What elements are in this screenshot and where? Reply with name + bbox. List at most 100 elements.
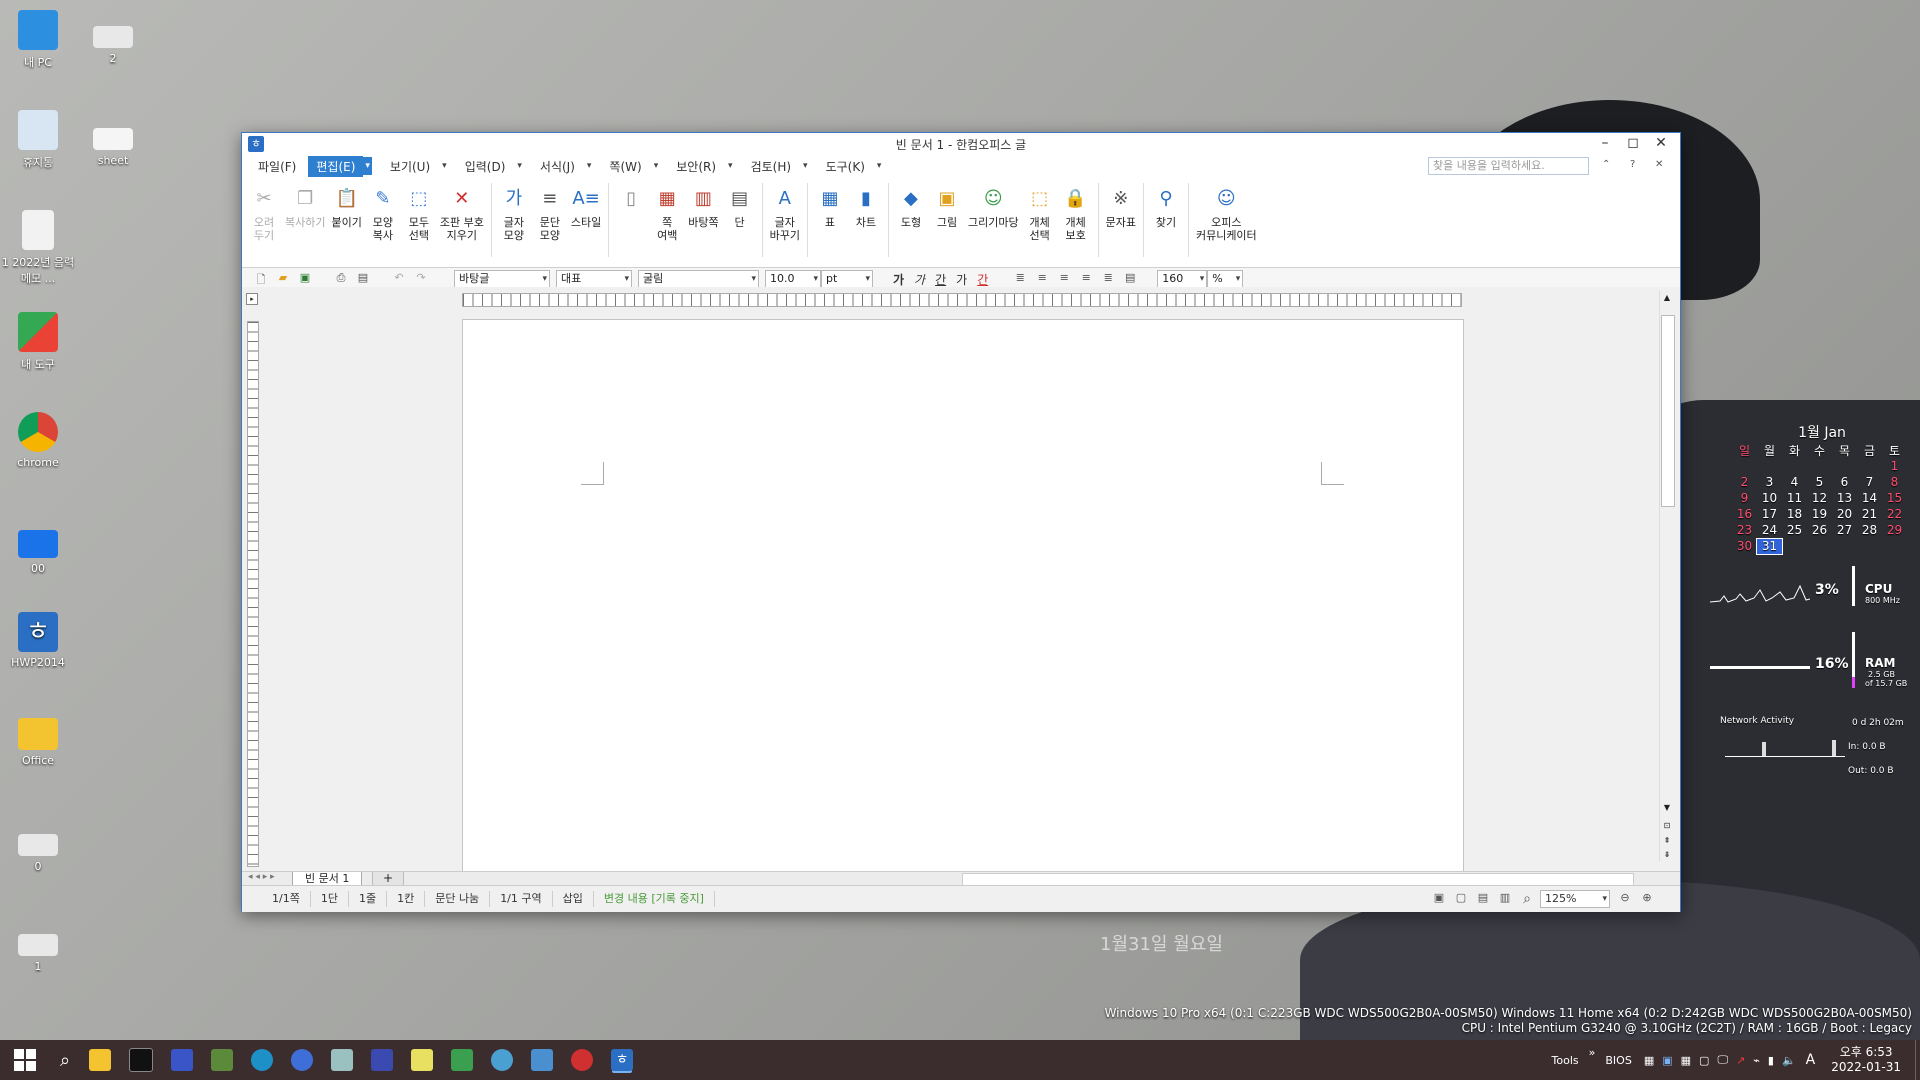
ribbon-button-find[interactable]: ⚲ 찾기	[1151, 183, 1181, 229]
desktop-icon-00[interactable]: 00	[0, 530, 78, 575]
desktop-icon-my-tools[interactable]: 내 도구	[0, 312, 78, 372]
distribute-icon[interactable]: ≣	[1099, 271, 1117, 287]
desktop-icon-sheet[interactable]: sheet	[73, 128, 153, 167]
ribbon-button-para-shape[interactable]: ≡ 문단 모양	[535, 183, 565, 242]
desktop-icon-2[interactable]: 2	[73, 26, 153, 65]
power-icon[interactable]	[571, 1049, 594, 1071]
ribbon-button-paste[interactable]: 📋 붙이기	[331, 183, 361, 229]
close-button[interactable]: ✕	[1648, 135, 1674, 151]
edge-icon[interactable]	[251, 1049, 274, 1071]
ribbon-collapse-icon[interactable]: ⌃	[1602, 159, 1610, 170]
save-tool-icon[interactable]	[171, 1049, 194, 1071]
chevron-down-icon[interactable]: ▾	[803, 161, 808, 171]
globe-icon[interactable]	[491, 1049, 514, 1071]
ribbon-button-symbol[interactable]: ※ 문자표	[1106, 183, 1136, 229]
redo-icon[interactable]: ↷	[412, 271, 430, 287]
scroll-up-icon[interactable]: ▲	[1660, 291, 1674, 305]
title-bar[interactable]: ㅎ 빈 문서 1 - 한컴오피스 글 – ◻ ✕	[242, 133, 1680, 155]
speaker-icon[interactable]: 🔈	[1782, 1054, 1796, 1067]
tray-battery-icon[interactable]: ▮	[1768, 1054, 1774, 1067]
desktop-icon-1[interactable]: 1	[0, 934, 78, 973]
folder-app-icon[interactable]	[531, 1049, 554, 1071]
ribbon-button-object-protect[interactable]: 🔒 개체 보호	[1061, 183, 1091, 242]
vertical-ruler[interactable]	[247, 321, 259, 867]
zoom-select[interactable]: 125%	[1540, 890, 1610, 908]
tray-grid-icon[interactable]: ▦	[1681, 1054, 1691, 1067]
font-unit-select[interactable]: pt	[821, 270, 873, 288]
tray-usb-icon[interactable]: ⌁	[1753, 1054, 1760, 1067]
maximize-button[interactable]: ◻	[1620, 135, 1646, 151]
menu-file[interactable]: 파일(F)	[250, 156, 304, 177]
menu-tools[interactable]: 도구(K)	[818, 156, 873, 177]
ribbon-button-select-all[interactable]: ⬚ 모두 선택	[404, 183, 434, 242]
ribbon-button-style[interactable]: A≡ 스타일	[571, 183, 601, 229]
ribbon-button-copy[interactable]: ❐ 복사하기	[285, 183, 325, 229]
document-page[interactable]	[462, 319, 1464, 873]
desktop-icon-recycle-bin[interactable]: 휴지통	[0, 110, 78, 170]
undo-icon[interactable]: ↶	[390, 271, 408, 287]
ribbon-button-margin[interactable]: ▦ 쪽 여백	[652, 183, 682, 242]
style-select[interactable]: 바탕글	[454, 270, 550, 288]
chevron-down-icon[interactable]: ▾	[654, 161, 659, 171]
tray-arrow-icon[interactable]: ↗	[1736, 1054, 1745, 1067]
font-color-button[interactable]: 간	[977, 271, 988, 288]
line-spacing-input[interactable]: 160	[1157, 270, 1208, 288]
chevron-down-icon[interactable]: ▾	[363, 157, 372, 175]
search-input[interactable]: 찾을 내용을 입력하세요.	[1428, 157, 1589, 175]
desktop-icon-my-pc[interactable]: 내 PC	[0, 10, 78, 70]
close-doc-icon[interactable]: ✕	[1655, 159, 1663, 170]
sheet-app-icon[interactable]	[451, 1049, 474, 1071]
menu-insert[interactable]: 입력(D)	[457, 156, 514, 177]
font-size-input[interactable]: 10.0	[765, 270, 821, 288]
gpu-tool-icon[interactable]	[211, 1049, 234, 1071]
tab-scroll-icons[interactable]: ◂ ◂ ▸ ▸	[248, 872, 275, 882]
view-page-icon[interactable]: ▢	[1452, 891, 1470, 907]
search-icon[interactable]: ⌕	[60, 1050, 70, 1071]
ribbon-button-chart[interactable]: ▮ 차트	[851, 183, 881, 229]
ribbon-button-communicator[interactable]: ☺ 오피스 커뮤니케이터	[1196, 183, 1257, 242]
next-page-icon[interactable]: ⇟	[1660, 849, 1674, 861]
vertical-scrollbar[interactable]: ▲ ▼ ⊡ ⇞ ⇟	[1659, 291, 1675, 861]
ribbon-button-table[interactable]: ▦ 표	[815, 183, 845, 229]
add-tab-button[interactable]: +	[372, 872, 404, 886]
tools-label[interactable]: Tools	[1552, 1054, 1579, 1067]
page-up-icon[interactable]: ⊡	[1660, 819, 1674, 833]
ime-indicator[interactable]: A	[1806, 1052, 1816, 1068]
ribbon-button-replace-char[interactable]: A 글자 바꾸기	[770, 183, 800, 242]
align-right-icon[interactable]: ≡	[1077, 271, 1095, 287]
print-icon[interactable]: ⎙	[332, 271, 350, 287]
tray-calc-icon[interactable]: ▦	[1644, 1054, 1654, 1067]
chevron-down-icon[interactable]: ▾	[442, 161, 447, 171]
file-explorer-icon[interactable]	[89, 1049, 112, 1071]
show-desktop-button[interactable]	[1915, 1040, 1920, 1080]
clock[interactable]: 오후 6:53 2022-01-31	[1831, 1045, 1901, 1075]
status-item[interactable]: 1줄	[349, 891, 388, 907]
desktop-icon-memo[interactable]: 1 2022년 음력 메모 ...	[0, 210, 78, 286]
scroll-down-icon[interactable]: ▼	[1660, 801, 1674, 815]
language-select[interactable]: 대표	[556, 270, 632, 288]
view-draft-icon[interactable]: ▥	[1496, 891, 1514, 907]
chevron-down-icon[interactable]: ▾	[587, 161, 592, 171]
help-icon[interactable]: ?	[1630, 159, 1635, 170]
save-icon[interactable]: ▣	[296, 271, 314, 287]
network-tool-icon[interactable]	[371, 1049, 394, 1071]
bios-label[interactable]: BIOS	[1605, 1054, 1631, 1067]
desktop-icon-hwp2014[interactable]: ㅎ HWP2014	[0, 612, 78, 669]
status-item[interactable]: 1단	[311, 891, 349, 907]
chevron-down-icon[interactable]: ▾	[728, 161, 733, 171]
ribbon-button-shape[interactable]: ◆ 도형	[896, 183, 926, 229]
ribbon-button-clear-format[interactable]: ✕ 조판 부호 지우기	[440, 183, 484, 242]
ribbon-button-page[interactable]: ▯	[616, 183, 646, 216]
terminal-icon[interactable]	[129, 1048, 154, 1072]
chevron-down-icon[interactable]: ▾	[517, 161, 522, 171]
horizontal-ruler[interactable]	[462, 293, 1462, 307]
ribbon-button-format-copy[interactable]: ✎ 모양 복사	[368, 183, 398, 242]
zoom-in-icon[interactable]: ⊕	[1638, 891, 1656, 907]
sticky-notes-icon[interactable]	[411, 1049, 434, 1071]
view-normal-icon[interactable]: ▣	[1430, 891, 1448, 907]
view-outline-icon[interactable]: ▤	[1474, 891, 1492, 907]
italic-button[interactable]: 가	[914, 271, 925, 288]
ribbon-button-char-shape[interactable]: 가 글자 모양	[499, 183, 529, 242]
underline-button[interactable]: 간	[935, 271, 946, 288]
menu-page[interactable]: 쪽(W)	[601, 156, 649, 177]
